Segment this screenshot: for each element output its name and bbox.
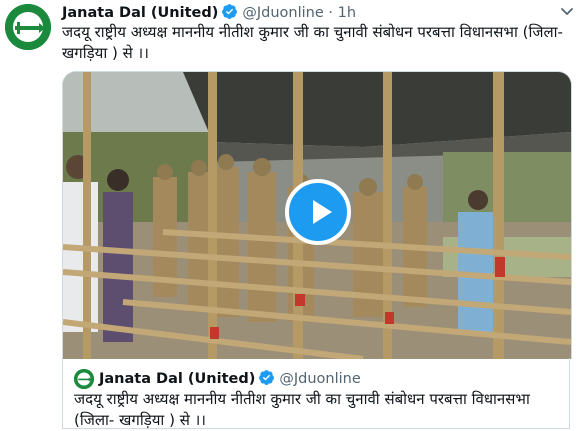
- quoted-tweet[interactable]: Janata Dal (United) @Jduonline जदयू राष्ट…: [62, 358, 570, 429]
- verified-badge-icon: [258, 369, 275, 391]
- timestamp[interactable]: 1h: [338, 5, 356, 21]
- video-player[interactable]: [62, 71, 572, 359]
- chevron-down-icon[interactable]: [557, 2, 577, 22]
- author-handle[interactable]: @Jduonline: [242, 5, 323, 21]
- play-button[interactable]: [285, 179, 351, 245]
- play-icon: [313, 200, 332, 224]
- jdu-logo-icon: [74, 369, 94, 389]
- quoted-author-handle: @Jduonline: [279, 371, 361, 387]
- jdu-logo-icon: [5, 4, 51, 50]
- tweet-text: जदयू राष्ट्रीय अध्यक्ष माननीय नीतीश कुमा…: [62, 23, 563, 62]
- author-name[interactable]: Janata Dal (United): [62, 5, 218, 21]
- quoted-tweet-header: Janata Dal (United) @Jduonline: [99, 369, 361, 391]
- quoted-author-name: Janata Dal (United): [99, 371, 256, 387]
- tweet-header: Janata Dal (United) @Jduonline · 1h: [62, 3, 356, 21]
- separator-dot: ·: [328, 5, 333, 21]
- quoted-tweet-text: जदयू राष्ट्रीय अध्यक्ष माननीय नीतीश कुमा…: [74, 390, 530, 429]
- quoted-avatar: [74, 369, 94, 389]
- avatar[interactable]: [5, 4, 51, 50]
